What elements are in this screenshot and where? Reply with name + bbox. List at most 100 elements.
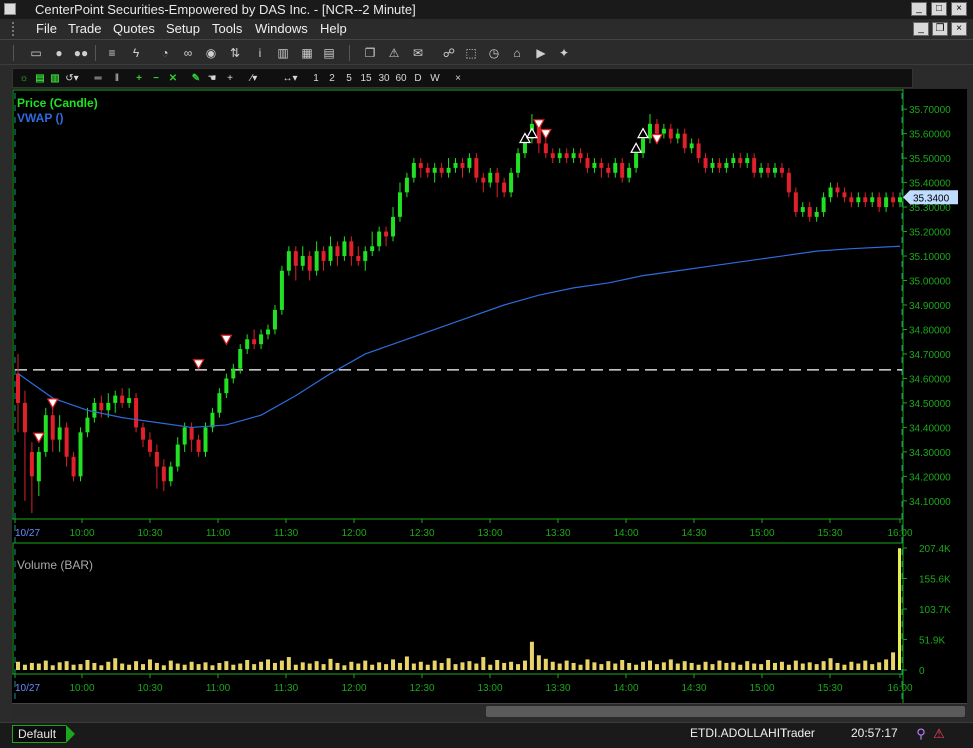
candle-body xyxy=(453,163,458,168)
candle-body xyxy=(543,143,548,154)
maximize-button[interactable]: □ xyxy=(931,2,947,16)
list-icon[interactable]: ≡ xyxy=(104,45,120,61)
speedometer-icon[interactable]: ◷ xyxy=(486,45,502,61)
volume-bar xyxy=(356,663,361,670)
menu-tools[interactable]: Tools xyxy=(212,21,242,36)
volume-bar xyxy=(293,664,298,670)
volume-bar xyxy=(759,664,764,670)
crosshair-icon[interactable]: + xyxy=(223,70,237,87)
child-close-button[interactable]: × xyxy=(951,22,967,36)
eye-icon[interactable]: ◉ xyxy=(203,45,219,61)
horizontal-scrollbar[interactable] xyxy=(12,703,967,718)
price-tick-label: 34.80000 xyxy=(909,325,951,336)
sun-icon[interactable]: ☼ xyxy=(17,70,31,87)
scrollbar-thumb[interactable] xyxy=(486,706,965,717)
menu-quotes[interactable]: Quotes xyxy=(113,21,155,36)
menu-windows[interactable]: Windows xyxy=(255,21,308,36)
app-icon[interactable] xyxy=(4,3,16,15)
layout-tab-default[interactable]: Default xyxy=(12,725,75,743)
select-icon[interactable]: ⬚ xyxy=(463,45,479,61)
chart-type-icon[interactable]: ▤ xyxy=(33,70,47,87)
timeframe-5[interactable]: 5 xyxy=(343,70,355,87)
alert-icon[interactable]: ⚠ xyxy=(931,726,947,742)
candle-body xyxy=(238,349,243,369)
chart-toolbar-close-icon[interactable]: × xyxy=(452,70,464,87)
minimize-button[interactable]: _ xyxy=(911,2,927,16)
network-icon[interactable]: ☍ xyxy=(441,45,457,61)
sort-icon[interactable]: ⇅ xyxy=(227,45,243,61)
copy-icon[interactable]: ❐ xyxy=(362,45,378,61)
candle-body xyxy=(127,398,132,403)
timeframe-2[interactable]: 2 xyxy=(326,70,338,87)
candle-body xyxy=(675,133,680,139)
bar-chart-icon[interactable]: ▥ xyxy=(275,45,291,61)
hline-icon[interactable]: ═ xyxy=(91,70,105,87)
legend-price: Price (Candle) xyxy=(17,96,98,110)
group-icon[interactable]: ●● xyxy=(73,45,89,61)
volume-bar xyxy=(78,664,83,670)
menu-file[interactable]: File xyxy=(36,21,57,36)
volume-icon[interactable]: ▥ xyxy=(48,70,62,87)
price-tick-label: 34.10000 xyxy=(909,497,951,508)
clock-label: 20:57:17 xyxy=(851,726,898,740)
vline-icon[interactable]: ‖ xyxy=(110,70,124,87)
menu-help[interactable]: Help xyxy=(320,21,347,36)
menu-grip[interactable] xyxy=(12,22,16,36)
twitter-icon[interactable]: ✦ xyxy=(556,45,572,61)
timeframe-30[interactable]: 30 xyxy=(377,70,391,87)
fit-icon[interactable]: ✕ xyxy=(166,70,180,87)
mail-icon[interactable]: ✉ xyxy=(410,45,426,61)
candle-body xyxy=(620,163,625,178)
pen-icon[interactable]: ∕▾ xyxy=(244,70,264,87)
volume-bar xyxy=(238,663,243,670)
person-icon[interactable]: ● xyxy=(51,45,67,61)
draw-icon[interactable]: ✎ xyxy=(189,70,203,87)
clock-icon[interactable]: ◔ xyxy=(157,45,173,61)
volume-pane-frame xyxy=(12,542,904,675)
volume-bar xyxy=(418,661,423,670)
menu-setup[interactable]: Setup xyxy=(166,21,200,36)
child-minimize-button[interactable]: _ xyxy=(913,22,929,36)
bolt-icon[interactable]: ϟ xyxy=(128,45,144,61)
timeframe-1[interactable]: 1 xyxy=(310,70,322,87)
resize-icon[interactable]: ↔▾ xyxy=(281,70,299,87)
window-icon[interactable]: ▭ xyxy=(28,45,44,61)
calculator-icon[interactable]: ▦ xyxy=(299,45,315,61)
candle-body xyxy=(266,329,271,335)
timeframe-w[interactable]: W xyxy=(429,70,441,87)
volume-bar xyxy=(391,659,396,670)
menu-trade[interactable]: Trade xyxy=(68,21,101,36)
candle-body xyxy=(224,378,229,394)
info-icon[interactable]: i xyxy=(252,45,268,61)
timeframe-d[interactable]: D xyxy=(412,70,424,87)
zoom-out-icon[interactable]: − xyxy=(149,70,163,87)
volume-bar xyxy=(259,661,264,670)
volume-bar xyxy=(814,664,819,670)
candle-body xyxy=(717,163,722,168)
timeframe-15[interactable]: 15 xyxy=(359,70,373,87)
undo-icon[interactable]: ↺▾ xyxy=(63,70,81,87)
candle-body xyxy=(870,197,875,203)
candle-body xyxy=(71,456,76,477)
volume-bar xyxy=(641,661,646,670)
link-icon[interactable]: ∞ xyxy=(180,45,196,61)
volume-bar xyxy=(703,661,708,670)
candle-body xyxy=(842,192,847,198)
close-button[interactable]: × xyxy=(951,2,967,16)
youtube-icon[interactable]: ▶ xyxy=(533,45,549,61)
candle-body xyxy=(696,143,701,159)
warning-icon[interactable]: ⚠ xyxy=(386,45,402,61)
child-restore-button[interactable]: ❐ xyxy=(932,22,948,36)
chart-svg[interactable]: 35.70000 35.60000 35.50000 35.40000 35.30000… xyxy=(12,89,967,705)
timeframe-60[interactable]: 60 xyxy=(394,70,408,87)
price-tick-label: 34.40000 xyxy=(909,423,951,434)
price-pane-frame xyxy=(12,89,904,520)
calculator-icon-2[interactable]: ▤ xyxy=(321,45,337,61)
chart-area[interactable]: 35.70000 35.60000 35.50000 35.40000 35.30000… xyxy=(12,89,967,705)
hand-icon[interactable]: ☚ xyxy=(205,70,219,87)
candle-body xyxy=(342,241,347,257)
time-axis-label: 15:00 xyxy=(749,528,774,539)
zoom-in-icon[interactable]: + xyxy=(132,70,146,87)
status-indicator-icon[interactable]: ⚲ xyxy=(913,726,929,742)
home-icon[interactable]: ⌂ xyxy=(509,45,525,61)
